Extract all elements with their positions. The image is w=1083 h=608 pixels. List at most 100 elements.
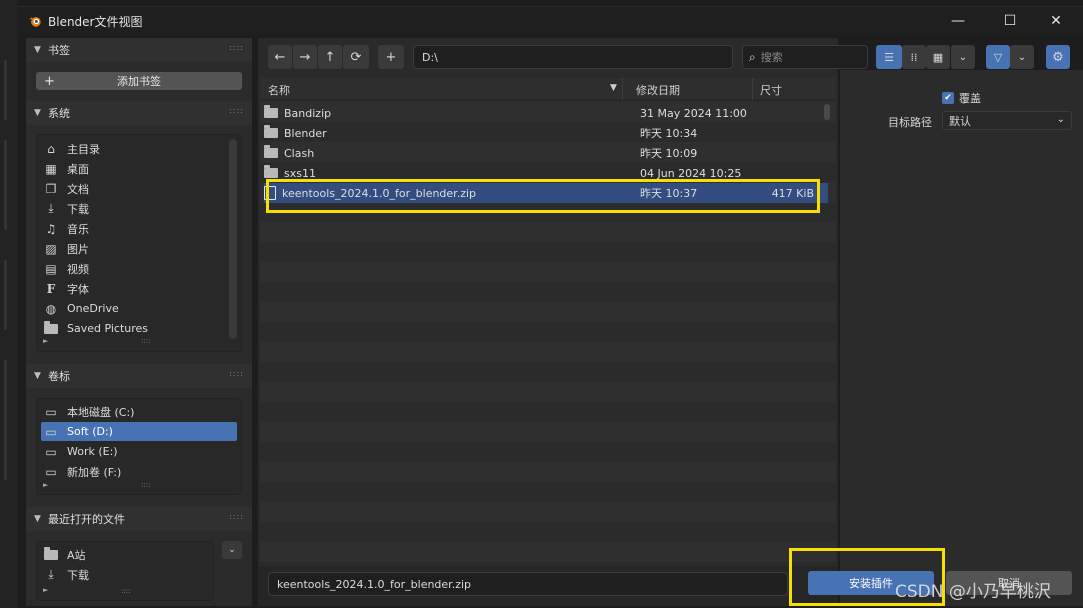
thumbnail-view-button[interactable]: ▦ [926,45,950,69]
sidebar-item-documents[interactable]: ❐ 文档 [43,179,228,198]
filename-field[interactable]: keentools_2024.1.0_for_blender.zip [268,572,788,596]
path-field[interactable]: D:\ [413,45,733,69]
recent-label: 最近打开的文件 [48,513,125,526]
volume-item-e[interactable]: ▭ Work (E:) [41,442,237,461]
folder-icon [264,165,278,178]
sidebar-item-label: 音乐 [67,222,89,236]
documents-icon: ❐ [45,181,57,196]
sidebar-item-music[interactable]: ♫ 音乐 [43,219,228,238]
file-date: 31 May 2024 11:00 [640,106,747,120]
row-stripe [260,522,836,542]
target-path-select[interactable]: 默认 ⌄ [942,111,1072,130]
footer: keentools_2024.1.0_for_blender.zip [258,566,838,606]
sidebar-item-label: OneDrive [67,302,119,315]
scrollbar[interactable] [229,139,237,339]
file-row-folder[interactable]: Clash 昨天 10:09 [264,143,828,163]
title-bar: Blender文件视图 — ☐ ✕ [18,6,1083,34]
sidebar-item-desktop[interactable]: ▦ 桌面 [43,159,228,178]
volume-item-c[interactable]: ▭ 本地磁盘 (C:) [41,402,237,421]
resize-grip-icon[interactable]: :::: [121,588,130,595]
row-stripe [260,502,836,522]
forward-button[interactable]: → [293,45,317,69]
sidebar-item-label: 字体 [67,282,89,296]
sort-chevron-icon[interactable]: ▼ [610,83,617,93]
recent-item[interactable]: ⤓ 下载 [43,565,203,584]
drive-icon: ▭ [45,424,57,439]
minimize-icon: — [951,13,965,29]
sidebar-item-home[interactable]: ⌂ 主目录 [43,139,228,158]
settings-button[interactable]: ⚙ [1046,45,1070,69]
recent-panel-header[interactable]: ▼ 最近打开的文件 :::: [26,507,252,531]
file-row-folder[interactable]: Blender 昨天 10:34 [264,123,828,143]
bookmarks-panel-header[interactable]: ▼ 书签 :::: [26,38,252,62]
back-button[interactable]: ← [268,45,292,69]
file-row-folder[interactable]: Bandizip 31 May 2024 11:00 [264,103,828,123]
resize-grip-icon[interactable]: :::: [141,482,150,489]
volumes-panel-header[interactable]: ▼ 卷标 :::: [26,364,252,388]
sidebar-item-downloads[interactable]: ⤓ 下载 [43,199,228,218]
row-stripe [260,242,836,262]
parent-directory-button[interactable]: ↑ [318,45,342,69]
sidebar-item-onedrive[interactable]: ◍ OneDrive [43,299,228,318]
film-icon: ▤ [45,261,57,276]
search-input[interactable]: ⌕ 搜索 [742,45,868,69]
row-stripe [260,282,836,302]
grip-icon[interactable]: :::: [229,370,244,378]
volume-item-d[interactable]: ▭ Soft (D:) [41,422,237,441]
refresh-button[interactable]: ⟳ [343,45,369,69]
column-name[interactable]: 名称 [268,82,290,98]
sidebar-item-videos[interactable]: ▤ 视频 [43,259,228,278]
add-bookmark-button[interactable]: + 添加书签 [36,72,242,90]
expand-arrow-icon[interactable]: ► [43,337,48,345]
list-view-icon: ☰ [884,50,894,64]
expand-arrow-icon[interactable]: ► [43,481,48,489]
new-folder-button[interactable]: + [378,45,404,69]
folder-icon [264,145,278,158]
chevron-down-icon: ⌄ [1017,51,1027,63]
path-value: D:\ [422,50,438,64]
grid-icon: ▦ [932,50,944,64]
checkmark-icon: ✔ [942,92,954,104]
sidebar-item-saved-pictures[interactable]: Saved Pictures [43,319,228,338]
folder-icon [264,105,278,118]
overwrite-checkbox[interactable]: ✔ 覆盖 [942,90,981,106]
expand-arrow-icon[interactable]: ► [43,586,48,594]
close-button[interactable]: ✕ [1033,7,1079,35]
row-stripe [260,342,836,362]
music-icon: ♫ [45,221,57,236]
volume-item-f[interactable]: ▭ 新加卷 (F:) [41,462,237,481]
scrollbar[interactable] [824,104,830,120]
row-stripe [260,222,836,242]
file-name: sxs11 [284,166,316,180]
chevron-down-icon: ⌄ [958,51,968,63]
target-path-value: 默认 [949,114,971,128]
recent-dropdown-button[interactable]: ⌄ [222,541,242,559]
maximize-button[interactable]: ☐ [987,7,1033,35]
column-modified[interactable]: 修改日期 [636,82,680,98]
file-name: Clash [284,146,315,160]
compact-view-button[interactable]: ⁞⁞ [902,45,926,69]
display-options-dropdown[interactable]: ⌄ [951,45,975,69]
minimize-button[interactable]: — [935,7,981,35]
recent-item-label: 下载 [67,568,89,582]
filter-options-dropdown[interactable]: ⌄ [1010,45,1034,69]
search-placeholder: 搜索 [760,51,783,64]
recent-item[interactable]: A站 [43,545,203,564]
resize-grip-icon[interactable]: :::: [141,338,150,345]
bookmarks-label: 书签 [48,44,70,57]
sidebar-item-label: 视频 [67,262,89,276]
filter-button[interactable]: ▽ [986,45,1010,69]
system-panel-header[interactable]: ▼ 系统 :::: [26,101,252,125]
grip-icon[interactable]: :::: [229,107,244,115]
grip-icon[interactable]: :::: [229,513,244,521]
drive-icon: ▭ [45,464,57,479]
list-view-button[interactable]: ☰ [876,45,902,69]
volume-label: 本地磁盘 (C:) [67,405,135,419]
sidebar-item-fonts[interactable]: F 字体 [43,279,228,298]
chevron-down-icon: ⌄ [1056,114,1065,125]
desktop-icon: ▦ [45,161,57,176]
sidebar-item-pictures[interactable]: ▨ 图片 [43,239,228,258]
grip-icon[interactable]: :::: [229,44,244,52]
column-size[interactable]: 尺寸 [760,82,782,98]
row-stripe [260,402,836,422]
